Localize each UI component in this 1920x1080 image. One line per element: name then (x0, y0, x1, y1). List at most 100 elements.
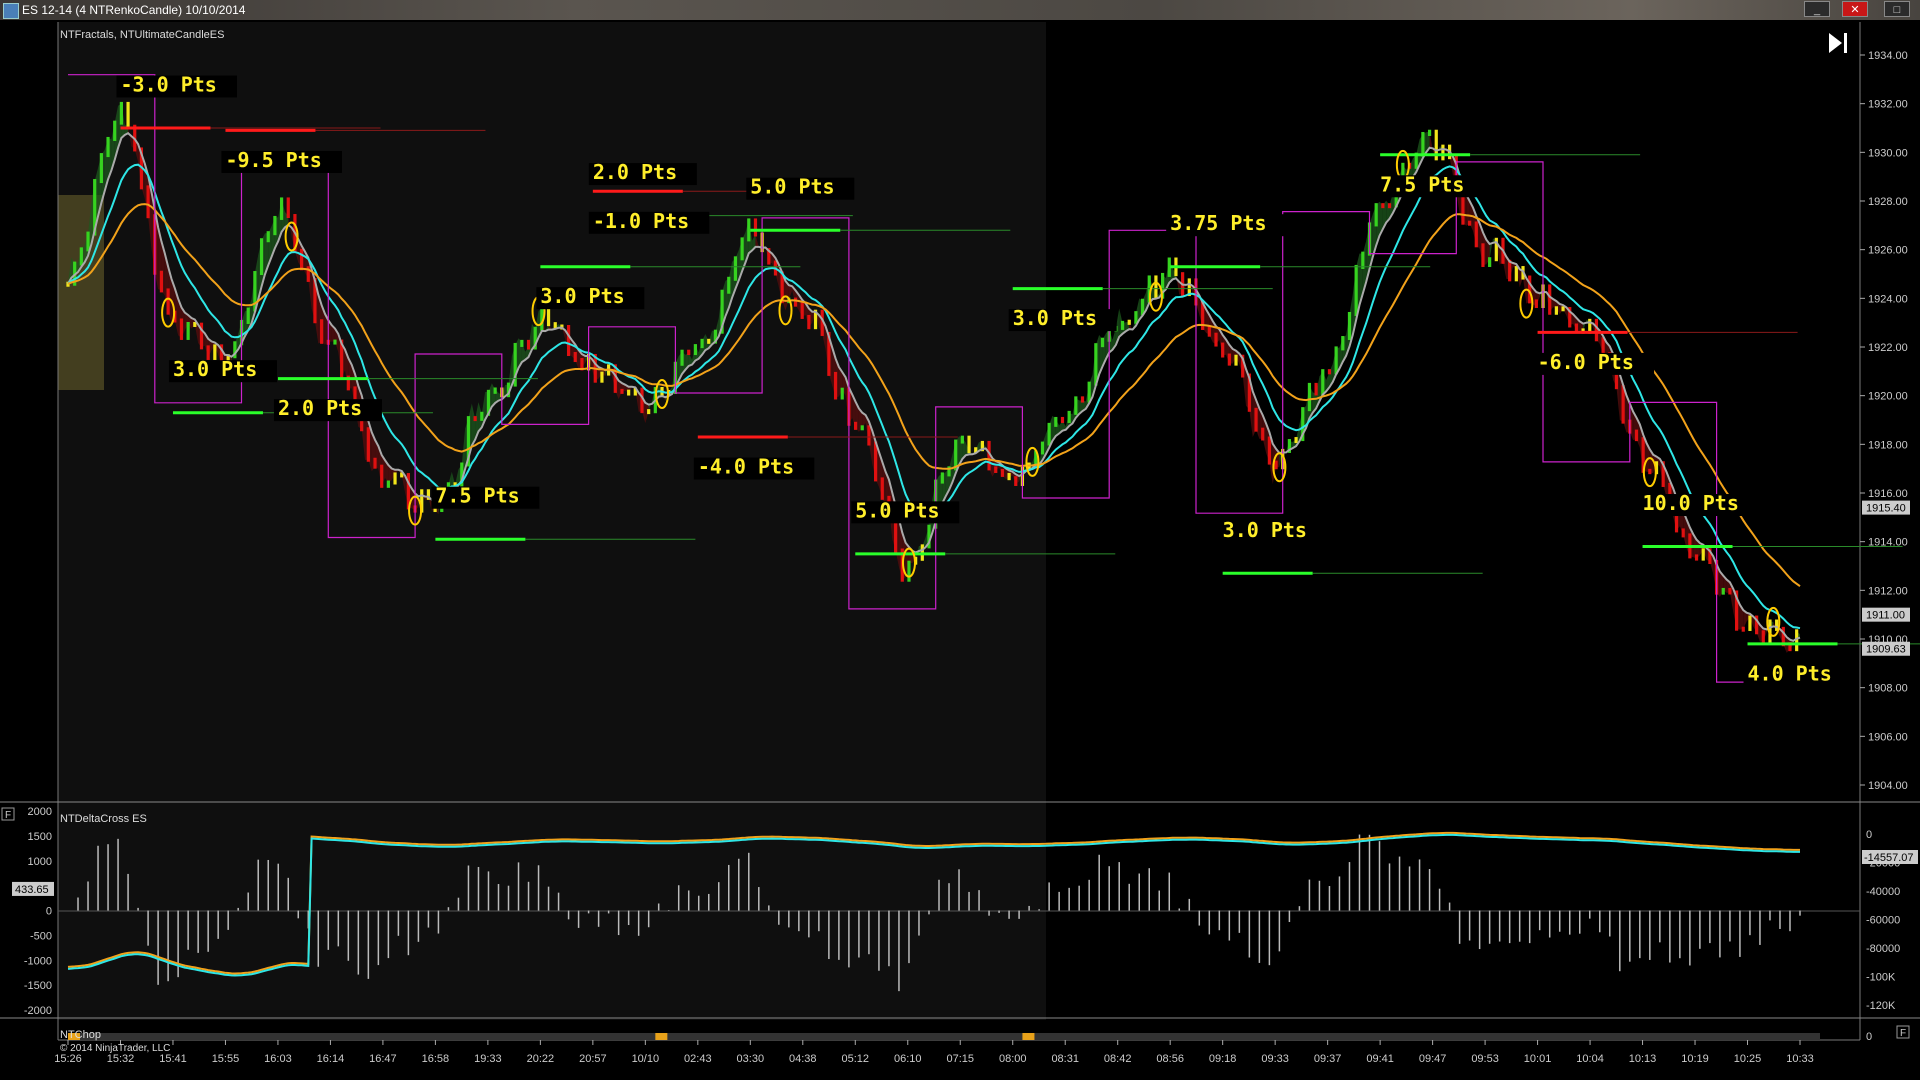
renko-bar (1374, 203, 1378, 227)
chop-track (68, 1033, 1820, 1040)
annotation-label: 7.5 Pts (1380, 172, 1464, 196)
renko-bar (1007, 472, 1011, 481)
time-tick-label: 07:15 (946, 1053, 974, 1065)
delta-left-label: 0 (46, 906, 52, 918)
renko-bar (113, 120, 117, 141)
renko-bar (1327, 369, 1332, 375)
renko-bar (1267, 436, 1271, 465)
time-tick-label: 09:18 (1209, 1053, 1237, 1065)
renko-bar (1000, 468, 1005, 477)
renko-bar (266, 231, 270, 243)
renko-bar (1154, 275, 1158, 299)
renko-bar (1634, 429, 1639, 442)
renko-bar (940, 472, 944, 484)
renko-bar (566, 324, 571, 357)
renko-bar (1341, 336, 1345, 351)
price-tick-label: 1906.00 (1868, 731, 1908, 743)
time-tick-label: 06:10 (894, 1053, 922, 1065)
delta-right-label: -100K (1866, 972, 1896, 984)
renko-bar (159, 270, 164, 293)
annotation-label: 5.0 Pts (855, 498, 939, 522)
renko-bar (166, 288, 170, 315)
time-tick-label: 10/10 (632, 1053, 660, 1065)
renko-bar (793, 297, 798, 307)
price-tick-label: 1924.00 (1868, 293, 1908, 305)
renko-bar (320, 319, 324, 344)
annotation-label: 3.0 Pts (173, 357, 257, 381)
time-tick-label: 09:37 (1314, 1053, 1342, 1065)
renko-bar (1067, 410, 1071, 423)
renko-bar (1554, 306, 1558, 315)
renko-bar (366, 427, 370, 462)
time-tick-label: 04:38 (789, 1053, 817, 1065)
chop-segment (655, 1033, 668, 1040)
renko-bar (1254, 407, 1258, 432)
time-tick-label: 10:01 (1524, 1053, 1552, 1065)
chart-area[interactable]: 1934.00 1932.00 1930.00 1928.00 1926.00 1924.… (0, 20, 1920, 1080)
renko-bar (1648, 468, 1652, 475)
annotation-label: 4.0 Pts (1748, 661, 1832, 685)
renko-bar (1721, 587, 1725, 595)
renko-bar (1481, 243, 1485, 267)
renko-bar (960, 435, 964, 444)
renko-bar (880, 477, 884, 500)
close-icon[interactable]: ✕ (1842, 1, 1868, 17)
renko-bar (1468, 220, 1472, 226)
delta-right-label: -60000 (1866, 915, 1900, 927)
renko-bar (1381, 203, 1385, 209)
price-tick-label: 1904.00 (1868, 780, 1908, 792)
time-tick-label: 15:26 (54, 1053, 82, 1065)
renko-bar (727, 276, 731, 294)
delta-right-label: 0 (1866, 829, 1872, 841)
renko-bar (853, 421, 858, 430)
renko-bar (1748, 615, 1752, 631)
renko-bar (386, 480, 390, 488)
annotation-label: 7.5 Pts (435, 484, 519, 508)
time-tick-label: 09:53 (1471, 1053, 1499, 1065)
price-indicators-label: NTFractals, NTUltimateCandleES (60, 29, 224, 41)
renko-bar (1054, 416, 1058, 427)
renko-bar (1080, 396, 1085, 403)
time-tick-label: 08:31 (1051, 1053, 1079, 1065)
price-tick-label: 1920.00 (1868, 391, 1908, 403)
renko-bar (1040, 441, 1045, 455)
renko-bar (480, 411, 484, 421)
app-icon (3, 3, 19, 19)
renko-bar (373, 457, 377, 469)
annotation-label: -1.0 Pts (593, 209, 689, 233)
annotation-label: -3.0 Pts (120, 73, 216, 97)
renko-bar (520, 339, 524, 347)
renko-bar (1074, 396, 1078, 415)
renko-bar (1127, 319, 1131, 325)
renko-bar (1047, 422, 1051, 446)
renko-bar (106, 136, 110, 158)
time-tick-label: 10:33 (1786, 1053, 1814, 1065)
delta-left-marker: 433.65 (15, 884, 49, 896)
delta-left-label: 1000 (28, 856, 52, 868)
price-tick-label: 1930.00 (1868, 147, 1908, 159)
renko-bar (807, 314, 811, 330)
price-tick-label: 1912.00 (1868, 585, 1908, 597)
price-marker-label: 1915.40 (1866, 503, 1906, 515)
renko-bar (680, 349, 684, 366)
renko-bar (259, 238, 264, 276)
minimize-button[interactable]: _ (1804, 1, 1830, 17)
window-title: ES 12-14 (4 NTRenkoCandle) 10/10/2014 (22, 3, 246, 17)
annotation-label: 3.0 Pts (1223, 518, 1307, 542)
delta-left-label: 1500 (28, 831, 52, 843)
maximize-button[interactable]: □ (1884, 1, 1910, 17)
renko-bar (747, 218, 751, 242)
time-tick-label: 15:41 (159, 1053, 187, 1065)
renko-bar (146, 185, 150, 219)
renko-bar (1421, 131, 1425, 157)
renko-bar (907, 560, 911, 582)
renko-bar (1294, 437, 1298, 444)
time-tick-label: 10:19 (1681, 1053, 1709, 1065)
renko-bar (1214, 332, 1218, 347)
price-marker-label: 1909.63 (1866, 644, 1906, 656)
annotation-label: -6.0 Pts (1538, 350, 1634, 374)
annotation-label: 2.0 Pts (278, 396, 362, 420)
time-tick-label: 16:14 (317, 1053, 345, 1065)
delta-right-label: -40000 (1866, 886, 1900, 898)
renko-bar (733, 256, 738, 281)
